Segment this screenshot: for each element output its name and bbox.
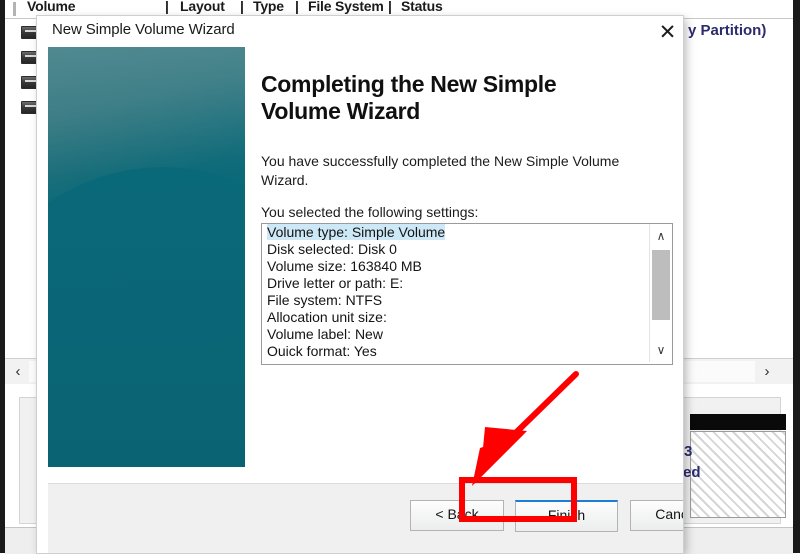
column-separator: | <box>240 0 244 14</box>
list-item[interactable]: Volume type: Simple Volume <box>262 224 647 241</box>
back-button[interactable]: < Back <box>410 500 504 531</box>
finish-button[interactable]: Finish <box>515 500 618 532</box>
page-title: Completing the New Simple Volume Wizard <box>261 71 557 124</box>
column-header-volume[interactable]: Volume <box>27 0 76 14</box>
column-grip[interactable] <box>13 2 16 16</box>
cancel-button[interactable]: Cancel <box>630 500 683 531</box>
partition-block-unallocated[interactable] <box>690 414 786 518</box>
column-separator: | <box>165 0 169 14</box>
scroll-left-icon[interactable]: ‹ <box>8 359 28 384</box>
new-simple-volume-wizard-dialog: New Simple Volume Wizard ✕ Completing th… <box>37 16 683 553</box>
list-item-text: Volume type: Simple Volume <box>267 224 446 240</box>
partition-header-bar <box>690 414 786 430</box>
partition-size-text: 3 <box>684 443 693 460</box>
column-header-type[interactable]: Type <box>253 0 284 14</box>
list-item-text: File system: NTFS <box>267 292 383 308</box>
partition-hatch-area <box>690 431 786 518</box>
dialog-footer: < Back Finish Cancel <box>48 483 683 553</box>
dialog-titlebar[interactable]: New Simple Volume Wizard ✕ <box>37 16 683 47</box>
scroll-down-icon[interactable]: ∨ <box>650 340 672 360</box>
list-item-text: Disk selected: Disk 0 <box>267 241 397 257</box>
list-item-text: Volume label: New <box>267 326 383 342</box>
list-item-text: Quick format: Yes <box>267 343 377 356</box>
list-item[interactable]: Volume label: New <box>262 326 647 343</box>
list-item[interactable]: Quick format: Yes <box>262 343 647 356</box>
list-item-text: Volume size: 163840 MB <box>267 258 422 274</box>
column-header-layout[interactable]: Layout <box>180 0 225 14</box>
list-item[interactable]: Drive letter or path: E: <box>262 275 647 292</box>
list-item[interactable]: Volume size: 163840 MB <box>262 258 647 275</box>
settings-listbox[interactable]: Volume type: Simple Volume Disk selected… <box>261 223 673 365</box>
wizard-banner-image <box>48 47 245 467</box>
listbox-scrollbar[interactable]: ∧ ∨ <box>649 224 672 362</box>
scroll-up-icon[interactable]: ∧ <box>650 226 672 246</box>
settings-label: You selected the following settings: <box>261 204 479 220</box>
list-item-text: Drive letter or path: E: <box>267 275 404 291</box>
banner-sheen <box>48 47 245 177</box>
column-header-status[interactable]: Status <box>401 0 443 14</box>
scroll-right-icon[interactable]: › <box>757 359 777 384</box>
scrollbar-thumb[interactable] <box>652 250 670 320</box>
list-item[interactable]: Disk selected: Disk 0 <box>262 241 647 258</box>
column-header-file-system[interactable]: File System <box>308 0 384 14</box>
list-item-text: Allocation unit size: <box>267 309 387 325</box>
list-item[interactable]: File system: NTFS <box>262 292 647 309</box>
close-icon[interactable]: ✕ <box>652 16 683 47</box>
dialog-title: New Simple Volume Wizard <box>52 21 235 38</box>
banner-arc <box>48 167 245 467</box>
volume-status-text: y Partition) <box>688 22 767 39</box>
settings-list[interactable]: Volume type: Simple Volume Disk selected… <box>262 224 647 364</box>
window-right-border <box>793 0 800 553</box>
list-item[interactable]: Allocation unit size: <box>262 309 647 326</box>
column-separator: | <box>295 0 299 14</box>
column-separator: | <box>388 0 392 14</box>
page-subtitle: You have successfully completed the New … <box>261 153 620 188</box>
